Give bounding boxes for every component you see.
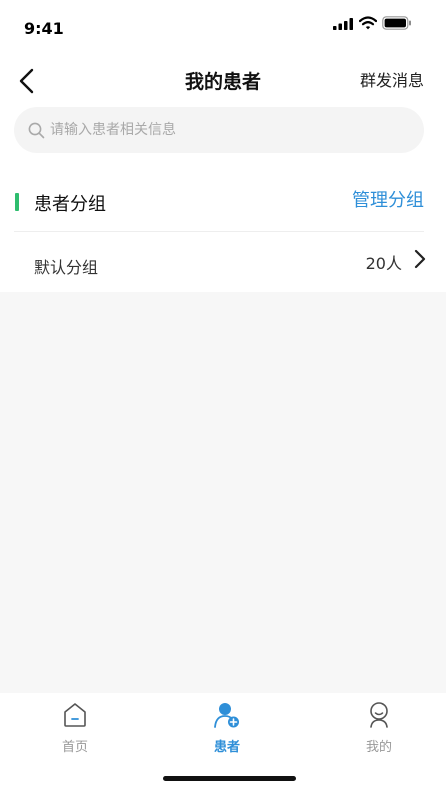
tab-label-me: 我的 xyxy=(365,740,392,755)
section-title: 患者分组 xyxy=(34,194,106,215)
search-bar[interactable] xyxy=(14,107,424,153)
broadcast-message-button[interactable]: 群发消息 xyxy=(360,67,424,91)
tab-home[interactable]: 首页 xyxy=(35,701,115,759)
status-bar: 9:41 xyxy=(0,0,446,50)
chevron-right-icon xyxy=(414,249,426,269)
section-accent-bar xyxy=(15,193,19,211)
tab-me[interactable]: 我的 xyxy=(339,701,419,759)
tab-patients[interactable]: 患者 xyxy=(187,701,267,759)
section-header: 患者分组 管理分组 xyxy=(0,180,446,224)
tab-label-home: 首页 xyxy=(61,740,88,755)
tab-bar: 首页 患者 我的 xyxy=(0,693,446,793)
wifi-icon xyxy=(359,16,377,30)
search-input[interactable] xyxy=(50,107,410,153)
home-icon xyxy=(64,703,86,727)
battery-icon xyxy=(382,16,411,30)
signal-icon xyxy=(333,18,353,30)
patient-icon xyxy=(214,703,239,728)
group-name: 默认分组 xyxy=(34,258,99,277)
list-item-default-group[interactable]: 默认分组 20人 xyxy=(0,240,446,284)
group-count: 20人 xyxy=(365,254,402,273)
search-icon xyxy=(28,122,45,139)
tab-label-patients: 患者 xyxy=(213,740,240,755)
user-icon xyxy=(370,702,388,728)
nav-bar: 我的患者 群发消息 xyxy=(0,55,446,105)
status-time: 9:41 xyxy=(24,19,64,38)
home-indicator xyxy=(163,776,296,781)
manage-groups-button[interactable]: 管理分组 xyxy=(352,186,424,212)
divider xyxy=(14,231,424,232)
